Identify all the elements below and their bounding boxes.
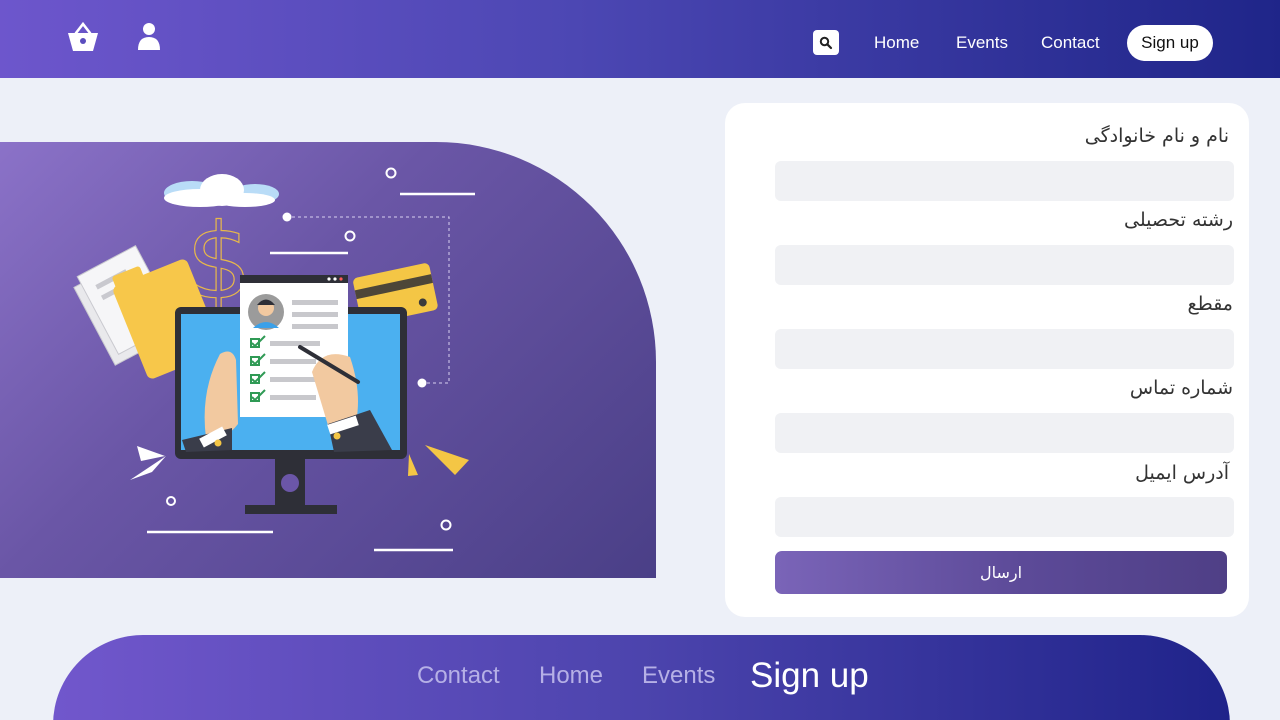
phone-input[interactable] [775,413,1234,453]
top-navbar: Home Events Contact Sign up [0,0,1280,78]
footer-events-link[interactable]: Events [642,662,715,690]
phone-label: شماره تماس [1129,377,1233,399]
footer-signup-link[interactable]: Sign up [750,656,869,696]
degree-label: مقطع [1187,293,1234,315]
nav-events-link[interactable]: Events [956,33,1008,53]
footer-contact-link[interactable]: Contact [417,662,500,690]
submit-button[interactable]: ارسال [775,551,1227,594]
basket-icon[interactable] [65,20,101,56]
field-of-study-label: رشته تحصیلی [1124,209,1233,231]
user-icon[interactable] [131,20,167,56]
fullname-label: نام و نام خانوادگی [1084,125,1229,147]
search-button[interactable] [813,30,839,55]
fullname-input[interactable] [775,161,1234,201]
signup-button[interactable]: Sign up [1127,25,1213,61]
email-input[interactable] [775,497,1234,537]
footer-home-link[interactable]: Home [539,662,603,690]
online-form-illustration: $ [73,167,475,552]
registration-form: نام و نام خانوادگی رشته تحصیلی مقطع شمار… [725,103,1249,617]
hero-illustration: $ [0,142,656,578]
field-of-study-input[interactable] [775,245,1234,285]
search-icon [819,36,833,49]
nav-home-link[interactable]: Home [874,33,919,53]
degree-input[interactable] [775,329,1234,369]
nav-contact-link[interactable]: Contact [1041,33,1100,53]
email-label: آدرس ایمیل [1135,462,1229,484]
